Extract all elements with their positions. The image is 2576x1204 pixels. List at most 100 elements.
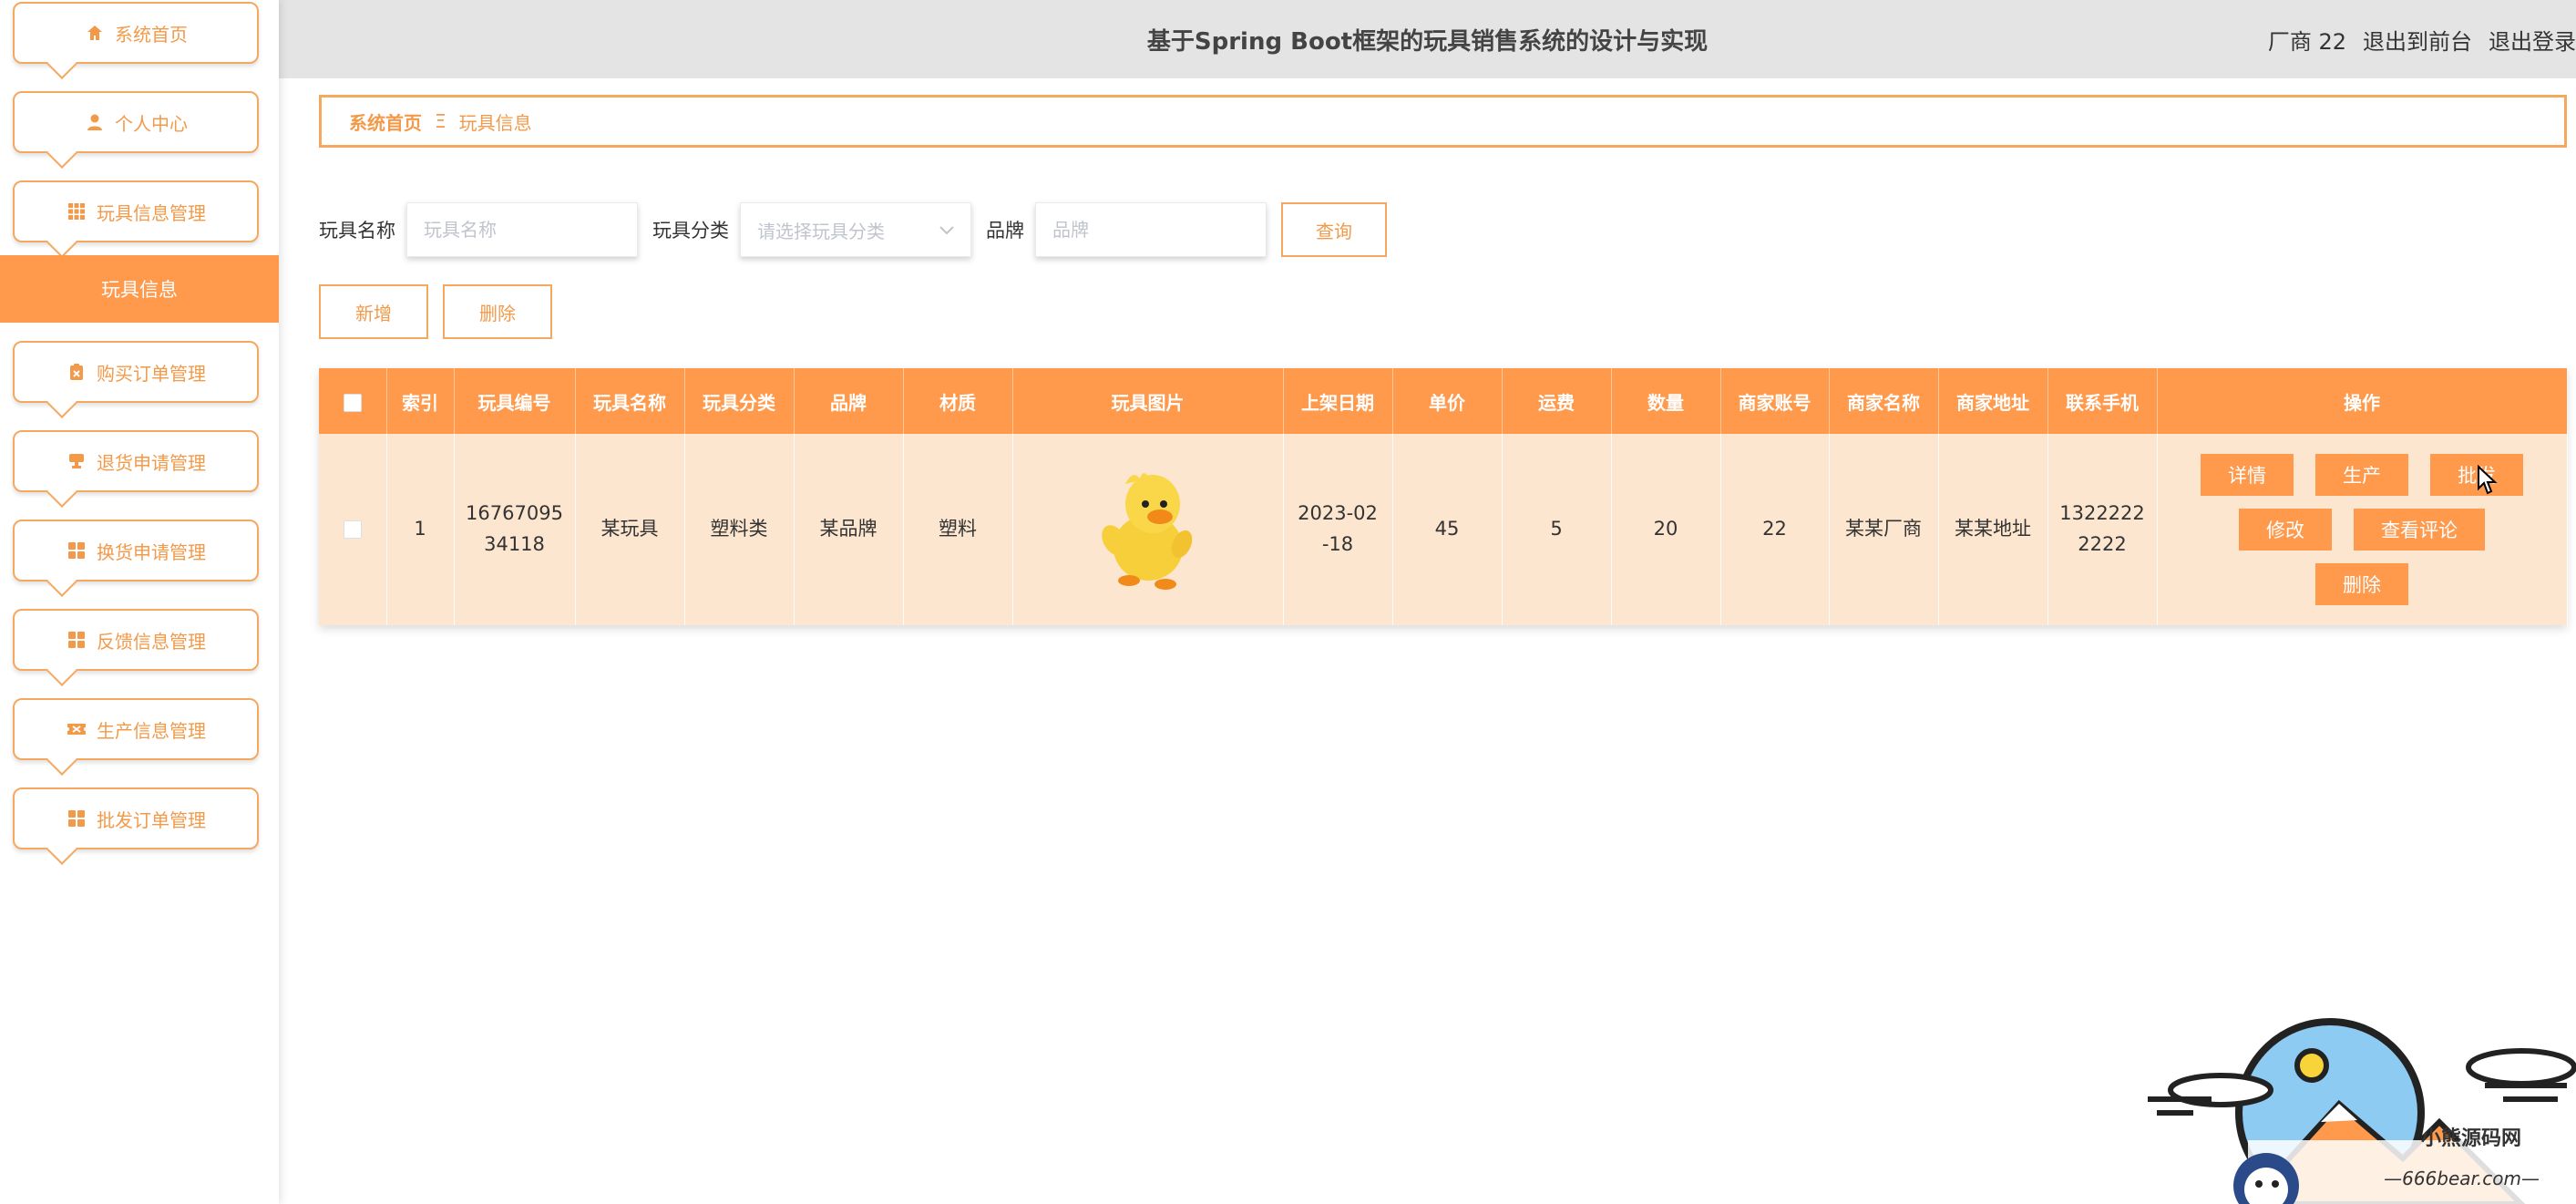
grid-icon xyxy=(66,629,87,651)
cell-toy-image xyxy=(1012,434,1284,625)
stamp-icon xyxy=(66,450,87,472)
sidebar-item-label: 反馈信息管理 xyxy=(97,630,206,653)
logout-link[interactable]: 退出登录 xyxy=(2489,24,2576,56)
cell-shipping: 5 xyxy=(1502,434,1612,625)
row-operations: 详情 生产 批发 修改 查看评论 删除 xyxy=(2158,454,2567,605)
sidebar-item-label: 批发订单管理 xyxy=(97,808,206,831)
header-material: 材质 xyxy=(903,368,1013,434)
cell-material: 塑料 xyxy=(903,434,1013,625)
mouse-cursor-icon xyxy=(2477,464,2499,499)
cell-operations: 详情 生产 批发 修改 查看评论 删除 xyxy=(2157,434,2568,625)
sidebar-item-purchase-orders[interactable]: 购买订单管理 xyxy=(13,341,259,403)
page-title: 基于Spring Boot框架的玩具销售系统的设计与实现 xyxy=(1146,27,1709,56)
row-checkbox[interactable] xyxy=(343,520,362,540)
header-brand: 品牌 xyxy=(794,368,904,434)
toy-table: 索引 玩具编号 玩具名称 玩具分类 品牌 材质 玩具图片 上架日期 单价 运费 … xyxy=(319,368,2568,625)
sidebar-item-label: 退货申请管理 xyxy=(97,451,206,474)
cell-merchant-account: 22 xyxy=(1720,434,1830,625)
ticket-icon xyxy=(66,718,87,740)
current-user: 厂商 22 xyxy=(2267,28,2346,55)
exit-to-front-link[interactable]: 退出到前台 xyxy=(2363,24,2472,56)
sidebar-item-toy-info[interactable]: 玩具信息 xyxy=(0,255,279,323)
watermark-decoration: 小熊源码网 —666bear.com— xyxy=(2139,1003,2576,1204)
phone-line2: 2222 xyxy=(2078,533,2127,555)
toy-category-placeholder: 请选择玩具分类 xyxy=(757,220,885,242)
sidebar-item-toy-management[interactable]: 玩具信息管理 xyxy=(13,180,259,242)
header-toy-code: 玩具编号 xyxy=(454,368,576,434)
row-select-cell xyxy=(319,434,387,625)
header-merchant-address: 商家地址 xyxy=(1938,368,2048,434)
toy-code-line2: 34118 xyxy=(484,533,545,555)
header-shipping: 运费 xyxy=(1502,368,1612,434)
header-user-area: 厂商 22 退出到前台 退出登录 xyxy=(2252,0,2576,78)
breadcrumb-home[interactable]: 系统首页 xyxy=(349,108,422,135)
header-toy-image: 玩具图片 xyxy=(1012,368,1284,434)
query-button[interactable]: 查询 xyxy=(1281,202,1387,257)
toy-name-label: 玩具名称 xyxy=(319,220,395,242)
watermark-url: —666bear.com— xyxy=(2384,1168,2540,1189)
sidebar-item-label: 玩具信息管理 xyxy=(97,201,206,224)
breadcrumb: 系统首页 Ξ 玩具信息 xyxy=(319,95,2567,148)
header-operations: 操作 xyxy=(2157,368,2568,434)
produce-button[interactable]: 生产 xyxy=(2315,454,2408,496)
toy-name-input[interactable] xyxy=(406,202,638,257)
cell-listing-date: 2023-02 -18 xyxy=(1283,434,1393,625)
toy-category-select[interactable]: 请选择玩具分类 xyxy=(740,202,971,257)
cell-merchant-address: 某某地址 xyxy=(1938,434,2048,625)
select-all-checkbox[interactable] xyxy=(343,393,362,412)
cell-brand: 某品牌 xyxy=(794,434,904,625)
table-header-row: 索引 玩具编号 玩具名称 玩具分类 品牌 材质 玩具图片 上架日期 单价 运费 … xyxy=(319,368,2568,434)
sidebar-item-home[interactable]: 系统首页 xyxy=(13,2,259,64)
header-quantity: 数量 xyxy=(1611,368,1721,434)
header-index: 索引 xyxy=(386,368,455,434)
cell-phone: 1322222 2222 xyxy=(2047,434,2158,625)
phone-line1: 1322222 xyxy=(2059,502,2145,525)
add-button[interactable]: 新增 xyxy=(319,284,428,339)
cell-toy-category: 塑料类 xyxy=(684,434,795,625)
sidebar-item-wholesale-orders[interactable]: 批发订单管理 xyxy=(13,787,259,849)
detail-button[interactable]: 详情 xyxy=(2201,454,2294,496)
sidebar-item-label: 购买订单管理 xyxy=(97,362,206,385)
clipboard-icon xyxy=(66,361,87,383)
cell-toy-name: 某玩具 xyxy=(575,434,685,625)
header-listing-date: 上架日期 xyxy=(1283,368,1393,434)
grid-icon xyxy=(66,201,87,222)
user-icon xyxy=(84,111,106,133)
listing-date-line1: 2023-02 xyxy=(1298,502,1378,525)
top-header: 基于Spring Boot框架的玩具销售系统的设计与实现 厂商 22 退出到前台… xyxy=(279,0,2576,78)
table-row: 1 16767095 34118 某玩具 塑料类 某品牌 塑料 2023-02 … xyxy=(319,434,2568,625)
sidebar-item-production[interactable]: 生产信息管理 xyxy=(13,698,259,760)
header-phone: 联系手机 xyxy=(2047,368,2158,434)
view-comments-button[interactable]: 查看评论 xyxy=(2354,509,2485,551)
batch-delete-button[interactable]: 删除 xyxy=(443,284,552,339)
cell-price: 45 xyxy=(1392,434,1503,625)
edit-button[interactable]: 修改 xyxy=(2239,509,2332,551)
cell-toy-code: 16767095 34118 xyxy=(454,434,576,625)
app-root: 系统首页 个人中心 玩具信息管理 玩具信息 购买订单管理 退货申请管理 换货申请… xyxy=(0,0,2576,1204)
header-price: 单价 xyxy=(1392,368,1503,434)
yellow-duck-image xyxy=(1098,457,1198,593)
sidebar-item-feedback[interactable]: 反馈信息管理 xyxy=(13,609,259,671)
brand-label: 品牌 xyxy=(986,220,1024,242)
header-select-all[interactable] xyxy=(319,368,387,434)
header-merchant-name: 商家名称 xyxy=(1829,368,1939,434)
search-bar: 玩具名称 玩具分类 请选择玩具分类 品牌 查询 xyxy=(319,202,1387,257)
sidebar-item-label: 换货申请管理 xyxy=(97,540,206,563)
cell-index: 1 xyxy=(386,434,455,625)
chevron-down-icon xyxy=(939,221,954,240)
toy-code-line1: 16767095 xyxy=(466,502,563,525)
sidebar-item-return-requests[interactable]: 退货申请管理 xyxy=(13,430,259,492)
sidebar-item-profile[interactable]: 个人中心 xyxy=(13,91,259,153)
breadcrumb-separator: Ξ xyxy=(435,110,446,132)
brand-input[interactable] xyxy=(1035,202,1267,257)
ops-row-2: 修改 查看评论 xyxy=(2194,509,2530,551)
breadcrumb-current: 玩具信息 xyxy=(458,111,532,134)
grid-icon xyxy=(66,540,87,561)
cell-quantity: 20 xyxy=(1611,434,1721,625)
header-merchant-account: 商家账号 xyxy=(1720,368,1830,434)
ops-row-3: 删除 xyxy=(2194,563,2530,605)
sidebar: 系统首页 个人中心 玩具信息管理 玩具信息 购买订单管理 退货申请管理 换货申请… xyxy=(0,0,279,1204)
sidebar-item-exchange-requests[interactable]: 换货申请管理 xyxy=(13,520,259,581)
header-toy-category: 玩具分类 xyxy=(684,368,795,434)
delete-button[interactable]: 删除 xyxy=(2315,563,2408,605)
